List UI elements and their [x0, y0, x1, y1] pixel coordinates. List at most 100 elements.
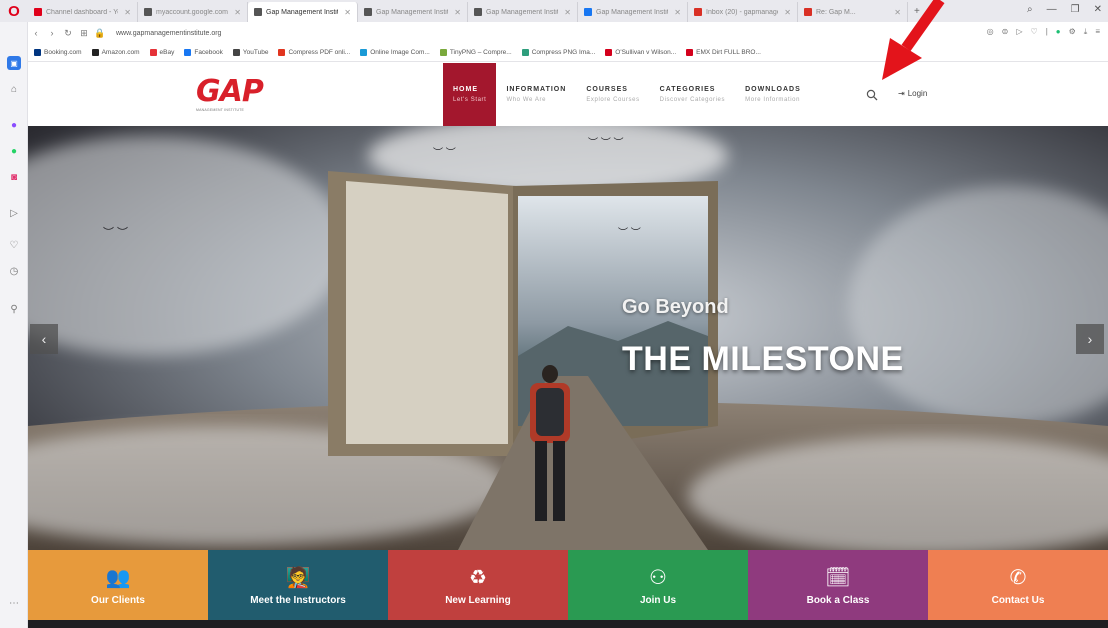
- menu-item-home[interactable]: HOME Let's Start: [443, 63, 497, 126]
- whatsapp-icon[interactable]: ●: [7, 144, 21, 158]
- tab-close-icon[interactable]: ✕: [124, 8, 131, 17]
- bookmark-label: Booking.com: [44, 49, 82, 56]
- menu-item-categories[interactable]: CATEGORIES Discover Categories: [650, 63, 735, 126]
- tab-close-icon[interactable]: ✕: [674, 8, 681, 17]
- bookmark-heart-icon[interactable]: ♡: [1031, 27, 1038, 37]
- close-window-icon[interactable]: ✕: [1094, 4, 1102, 15]
- tab-close-icon[interactable]: ✕: [454, 8, 461, 17]
- browser-tab[interactable]: Gap Management Institute ✕: [358, 2, 468, 22]
- opera-logo-icon[interactable]: O: [0, 0, 28, 22]
- feature-label: Book a Class: [806, 594, 870, 606]
- browser-tab[interactable]: myaccount.google.com ✕: [138, 2, 248, 22]
- feature-box[interactable]: ♻ New Learning: [388, 550, 568, 620]
- bookmark-item[interactable]: TinyPNG – Compre...: [439, 49, 512, 56]
- forward-icon[interactable]: ›: [44, 28, 60, 38]
- users-icon: 👥: [105, 566, 131, 589]
- url-field[interactable]: www.gapmanagementinstitute.org: [116, 30, 221, 37]
- feature-box[interactable]: 🗓 Book a Class: [748, 550, 928, 620]
- browser-tab[interactable]: Gap Management Institute ✕: [578, 2, 688, 22]
- bookmark-item[interactable]: Compress PNG Ima...: [521, 49, 596, 56]
- main-menu: HOME Let's Start INFORMATION Who We Are COUR…: [443, 63, 811, 126]
- team-icon: ⚇: [649, 566, 667, 589]
- bookmark-item[interactable]: YouTube: [232, 49, 269, 56]
- chevron-left-icon: ‹: [41, 331, 47, 347]
- login-link[interactable]: ⇥ Login: [898, 89, 927, 98]
- browser-tab[interactable]: Inbox (20) - gapmanagem ✕: [688, 2, 798, 22]
- hero-image: ︶ ︶ ︶ ︶ ︶ ︶ ︶ ︶ ︶: [28, 126, 1108, 550]
- bookmark-item[interactable]: eBay: [149, 49, 174, 56]
- menu-item-subtitle: More Information: [745, 97, 801, 103]
- tab-favicon-icon: [364, 8, 372, 16]
- bookmark-label: Compress PNG Ima...: [531, 49, 596, 56]
- bookmark-item[interactable]: Compress PDF onli...: [278, 49, 350, 56]
- browser-tab[interactable]: Gap Management Institute ✕: [248, 2, 358, 22]
- tab-close-icon[interactable]: ✕: [344, 8, 351, 17]
- send-icon[interactable]: ▷: [1016, 27, 1022, 37]
- bookmark-item[interactable]: Facebook: [184, 49, 223, 56]
- bookmark-favicon-icon: [232, 49, 240, 56]
- browser-tab[interactable]: Gap Management Institute ✕: [468, 2, 578, 22]
- instructor-icon: 🧑‍🏫: [285, 566, 311, 589]
- menu-item-courses[interactable]: COURSES Explore Courses: [576, 63, 649, 126]
- heart-icon[interactable]: ♡: [7, 238, 21, 252]
- bookmark-label: YouTube: [242, 49, 269, 56]
- speed-dial-icon[interactable]: ⊞: [76, 28, 92, 39]
- search-tabs-icon[interactable]: ⌕: [1027, 4, 1033, 15]
- bookmark-item[interactable]: EMX Dirt FULL BRO...: [686, 49, 761, 56]
- slider-next-button[interactable]: ›: [1076, 324, 1104, 354]
- bookmark-item[interactable]: Amazon.com: [91, 49, 140, 56]
- window-controls: ⌕ — ❐ ✕: [1027, 4, 1102, 15]
- browser-window: O Channel dashboard - YouT✕myaccount.goo…: [0, 0, 1108, 628]
- feature-label: Join Us: [639, 594, 677, 606]
- separator: |: [1045, 27, 1048, 36]
- tab-favicon-icon: [254, 8, 262, 16]
- menu-item-subtitle: Discover Categories: [659, 97, 726, 103]
- back-icon[interactable]: ‹: [28, 28, 44, 38]
- menu-item-subtitle: Let's Start: [453, 97, 487, 103]
- site-logo[interactable]: GAP MANAGEMENT INSTITUTE: [196, 77, 268, 113]
- maximize-icon[interactable]: ❐: [1071, 4, 1080, 15]
- home-icon[interactable]: ⌂: [7, 82, 21, 96]
- history-icon[interactable]: ◷: [7, 264, 21, 278]
- minimize-icon[interactable]: —: [1047, 4, 1057, 15]
- easy-setup-icon[interactable]: ≡: [1095, 27, 1100, 37]
- lock-icon: 🔒: [94, 27, 106, 38]
- more-icon[interactable]: ⋯: [7, 596, 21, 610]
- vpn-icon[interactable]: ⊜: [1002, 27, 1009, 37]
- download-icon[interactable]: ⤓: [1084, 27, 1088, 37]
- browser-tab[interactable]: Channel dashboard - YouT ✕: [28, 2, 138, 22]
- search-icon[interactable]: [866, 89, 878, 101]
- bookmark-item[interactable]: O'Sullivan v Wilson...: [605, 49, 676, 56]
- feature-box[interactable]: 👥 Our Clients: [28, 550, 208, 620]
- menu-item-title: HOME: [453, 86, 478, 93]
- bookmark-item[interactable]: Booking.com: [34, 49, 82, 56]
- red-arrow-icon: [882, 0, 945, 80]
- menu-item-title: COURSES: [586, 86, 628, 93]
- bookmark-favicon-icon: [278, 49, 286, 56]
- tab-close-icon[interactable]: ✕: [234, 8, 241, 17]
- tab-close-icon[interactable]: ✕: [784, 8, 791, 17]
- bookmark-item[interactable]: Online Image Com...: [360, 49, 430, 56]
- tab-label: Gap Management Institute: [266, 8, 338, 16]
- feature-box[interactable]: ✆ Contact Us: [928, 550, 1108, 620]
- instagram-icon[interactable]: ◙: [7, 170, 21, 184]
- feature-box[interactable]: 🧑‍🏫 Meet the Instructors: [208, 550, 388, 620]
- slider-prev-button[interactable]: ‹: [30, 324, 58, 354]
- settings-icon[interactable]: ⚙: [1069, 27, 1076, 37]
- camera-icon[interactable]: ◎: [987, 27, 994, 37]
- bookmark-favicon-icon: [149, 49, 157, 56]
- hero-title: THE MILESTONE: [622, 340, 904, 378]
- bookmark-label: TinyPNG – Compre...: [449, 49, 512, 56]
- workspace-icon[interactable]: ▣: [7, 56, 21, 70]
- player-icon[interactable]: ▷: [7, 206, 21, 220]
- reload-icon[interactable]: ↻: [60, 28, 76, 39]
- feature-box[interactable]: ⚇ Join Us: [568, 550, 748, 620]
- menu-item-information[interactable]: INFORMATION Who We Are: [496, 63, 576, 126]
- footer-strip: [28, 620, 1108, 628]
- menu-item-downloads[interactable]: DOWNLOADS More Information: [735, 63, 811, 126]
- extension-icon[interactable]: ●: [1056, 27, 1061, 37]
- pin-icon[interactable]: ⚲: [7, 302, 21, 316]
- tab-close-icon[interactable]: ✕: [564, 8, 571, 17]
- messenger-icon[interactable]: ●: [7, 118, 21, 132]
- book-class-icon: 🗓: [825, 566, 851, 589]
